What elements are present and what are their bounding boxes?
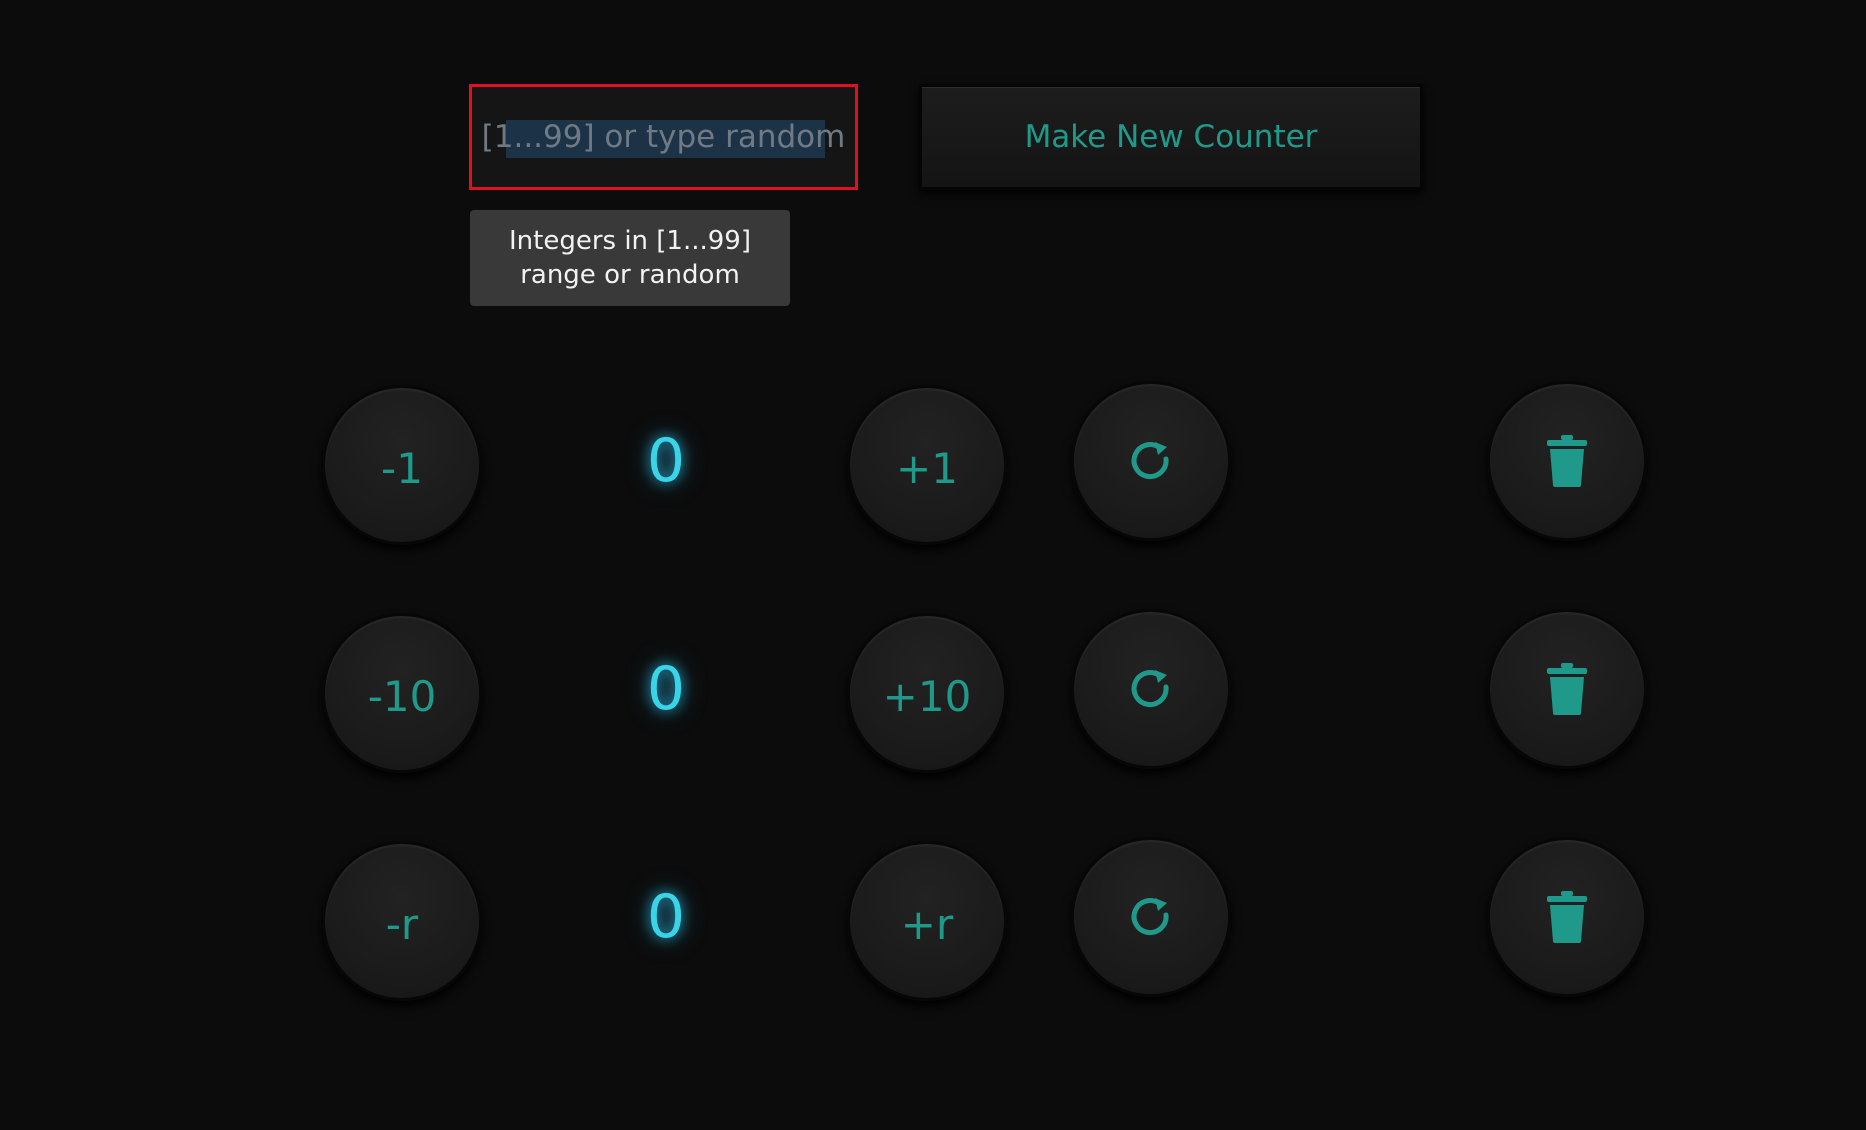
refresh-icon	[1129, 667, 1173, 711]
trash-icon	[1547, 663, 1587, 715]
increment-label: +r	[900, 899, 954, 949]
decrement-button[interactable]: -r	[322, 841, 482, 1001]
decrement-button[interactable]: -1	[322, 385, 482, 545]
refresh-icon	[1129, 895, 1173, 939]
reset-button[interactable]	[1071, 837, 1231, 997]
counter-value: 0	[646, 882, 686, 952]
counter-value: 0	[646, 654, 686, 724]
delete-counter-button[interactable]	[1487, 381, 1647, 541]
decrement-label: -r	[385, 899, 419, 949]
refresh-icon	[1129, 439, 1173, 483]
decrement-label: -10	[367, 671, 437, 721]
counter-app: [1...99] or type random Make New Counter…	[0, 0, 1866, 1130]
decrement-button[interactable]: -10	[322, 613, 482, 773]
trash-icon	[1547, 435, 1587, 487]
decrement-label: -1	[381, 443, 423, 493]
counter-input-wrapper[interactable]: [1...99] or type random	[469, 84, 858, 190]
increment-button[interactable]: +1	[847, 385, 1007, 545]
counter-value: 0	[646, 426, 686, 496]
delete-counter-button[interactable]	[1487, 609, 1647, 769]
reset-button[interactable]	[1071, 381, 1231, 541]
input-tooltip: Integers in [1...99] range or random	[470, 210, 790, 306]
make-new-counter-button[interactable]: Make New Counter	[919, 84, 1423, 190]
counter-input[interactable]	[472, 86, 855, 188]
increment-label: +1	[896, 443, 958, 493]
trash-icon	[1547, 891, 1587, 943]
delete-counter-button[interactable]	[1487, 837, 1647, 997]
increment-label: +10	[882, 671, 972, 721]
increment-button[interactable]: +10	[847, 613, 1007, 773]
increment-button[interactable]: +r	[847, 841, 1007, 1001]
reset-button[interactable]	[1071, 609, 1231, 769]
